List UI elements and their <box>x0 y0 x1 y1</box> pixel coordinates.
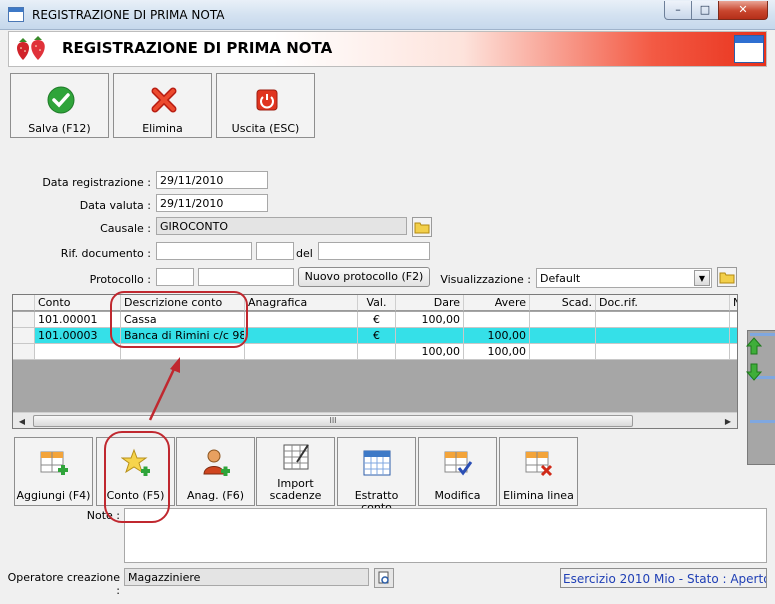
cell-doc-rif[interactable] <box>596 312 730 328</box>
data-registrazione-label: Data registrazione : <box>42 176 151 189</box>
modifica-button[interactable]: Modifica <box>418 437 497 506</box>
cell-avere[interactable] <box>464 312 530 328</box>
data-registrazione-field[interactable]: 29/11/2010 <box>156 171 268 189</box>
protocollo-label: Protocollo : <box>89 273 151 286</box>
col-anagrafica[interactable]: Anagrafica <box>245 295 358 311</box>
col-avere[interactable]: Avere <box>464 295 530 311</box>
col-val[interactable]: Val. <box>358 295 396 311</box>
spreadsheet-edit-icon <box>283 444 309 470</box>
cell-scad[interactable] <box>530 312 596 328</box>
operatore-creazione-label: Operatore creazione : <box>7 571 120 597</box>
scroll-left-icon[interactable]: ◀ <box>14 414 30 428</box>
col-n[interactable]: N <box>730 295 737 311</box>
causale-folder-icon[interactable] <box>412 217 432 237</box>
cell-val[interactable]: € <box>358 312 396 328</box>
operatore-lookup-icon[interactable] <box>374 568 394 588</box>
col-dare[interactable]: Dare <box>396 295 464 311</box>
del-label: del <box>296 247 313 260</box>
visualizzazione-value: Default <box>540 272 581 285</box>
col-scad[interactable]: Scad. <box>530 295 596 311</box>
add-row-icon <box>40 451 68 475</box>
rif-documento-label: Rif. documento : <box>60 247 151 260</box>
cell-avere[interactable]: 100,00 <box>464 328 530 344</box>
col-conto[interactable]: Conto <box>35 295 121 311</box>
col-doc-rif[interactable]: Doc.rif. <box>596 295 730 311</box>
operatore-creazione-field[interactable]: Magazziniere <box>124 568 369 586</box>
header-banner: REGISTRAZIONE DI PRIMA NOTA <box>8 31 775 465</box>
edit-check-icon <box>444 451 473 476</box>
protocollo-field-2[interactable] <box>198 268 294 286</box>
cell-anagrafica[interactable] <box>245 312 358 328</box>
scrollbar-thumb[interactable]: III <box>33 415 633 427</box>
calendar-grid-icon <box>363 450 391 476</box>
annotation-arrow-icon <box>148 357 180 421</box>
total-avere: 100,00 <box>464 344 530 360</box>
main-window: REGISTRAZIONE DI PRIMA NOTA – □ ✕ REGIST… <box>0 0 775 604</box>
checkmark-icon <box>47 86 75 114</box>
protocollo-field-1[interactable] <box>156 268 194 286</box>
annotation-ellipse-conto <box>104 431 170 523</box>
delete-row-icon <box>525 451 553 477</box>
visualizzazione-folder-icon[interactable] <box>717 267 737 287</box>
cell-scad[interactable] <box>530 328 596 344</box>
cell-dare[interactable]: 100,00 <box>396 312 464 328</box>
rif-documento-field-1[interactable] <box>156 242 252 260</box>
del-date-field[interactable] <box>318 242 430 260</box>
total-dare: 100,00 <box>396 344 464 360</box>
estratto-conto-button[interactable]: Estratto conto <box>337 437 416 514</box>
move-down-arrow-icon[interactable] <box>746 363 762 381</box>
rif-documento-field-2[interactable] <box>256 242 294 260</box>
red-x-icon <box>151 87 177 113</box>
visualizzazione-label: Visualizzazione : <box>440 273 531 286</box>
chevron-down-icon[interactable]: ▼ <box>694 270 710 286</box>
aggiungi-button[interactable]: Aggiungi (F4) <box>14 437 93 506</box>
delete-button[interactable]: Elimina <box>113 73 212 138</box>
main-toolbar: Salva (F12) Elimina Uscita (ESC) <box>10 73 315 138</box>
move-up-arrow-icon[interactable] <box>746 337 762 355</box>
scroll-right-icon[interactable]: ▶ <box>720 414 736 428</box>
horizontal-scrollbar[interactable]: ◀ III ▶ <box>13 412 737 428</box>
window-title: REGISTRAZIONE DI PRIMA NOTA <box>32 8 225 22</box>
visualizzazione-select[interactable]: Default ▼ <box>536 268 712 288</box>
cell-conto[interactable]: 101.00003 <box>35 328 121 344</box>
minimize-button[interactable]: – <box>664 1 692 20</box>
exit-button[interactable]: Uscita (ESC) <box>216 73 315 138</box>
elimina-linea-button[interactable]: Elimina linea <box>499 437 578 506</box>
calendar-icon <box>734 35 775 465</box>
causale-label: Causale : <box>100 222 151 235</box>
cell-anagrafica[interactable] <box>245 328 358 344</box>
cell-dare[interactable] <box>396 328 464 344</box>
cell-doc-rif[interactable] <box>596 328 730 344</box>
maximize-button[interactable]: □ <box>691 1 719 20</box>
page-title: REGISTRAZIONE DI PRIMA NOTA <box>62 39 333 57</box>
note-textarea[interactable] <box>124 508 767 563</box>
close-button[interactable]: ✕ <box>718 1 768 20</box>
nuovo-protocollo-button[interactable]: Nuovo protocollo (F2) <box>298 267 430 287</box>
anag-button[interactable]: Anag. (F6) <box>176 437 255 506</box>
title-bar: REGISTRAZIONE DI PRIMA NOTA – □ ✕ <box>0 0 775 30</box>
user-add-icon <box>203 449 230 476</box>
data-valuta-field[interactable]: 29/11/2010 <box>156 194 268 212</box>
status-bar-text: Esercizio 2010 Mio - Stato : Aperto <box>560 568 767 588</box>
cell-val[interactable]: € <box>358 328 396 344</box>
annotation-ellipse-descrizione <box>110 291 248 348</box>
data-valuta-label: Data valuta : <box>79 199 151 212</box>
app-calendar-icon <box>8 7 24 22</box>
strawberries-icon <box>17 36 45 60</box>
save-button[interactable]: Salva (F12) <box>10 73 109 138</box>
power-icon <box>256 89 278 111</box>
cell-conto[interactable]: 101.00001 <box>35 312 121 328</box>
causale-field[interactable]: GIROCONTO <box>156 217 407 235</box>
import-scadenze-button[interactable]: Import scadenze <box>256 437 335 506</box>
